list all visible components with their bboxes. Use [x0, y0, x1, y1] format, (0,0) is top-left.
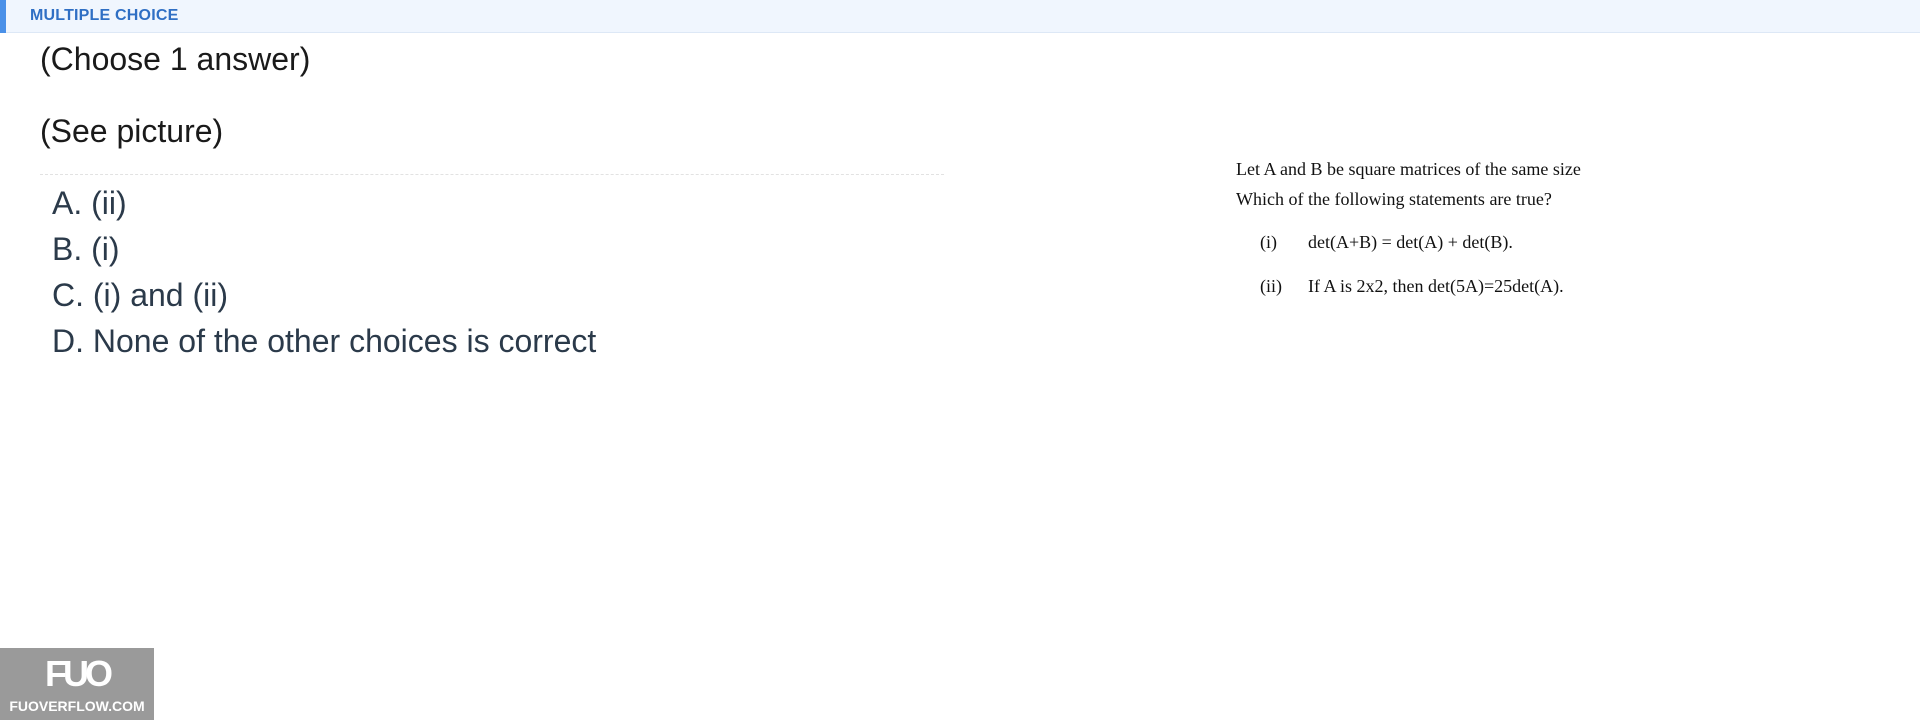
watermark-logo: FUO FUOVERFLOW.COM [0, 648, 154, 720]
choice-b[interactable]: B. (i) [52, 226, 596, 272]
question-type-label: MULTIPLE CHOICE [30, 7, 179, 24]
statement-number: (i) [1260, 232, 1277, 252]
statement-text: det(A+B) = det(A) + det(B). [1308, 232, 1513, 252]
question-line: Which of the following statements are tr… [1236, 189, 1552, 209]
choice-d[interactable]: D. None of the other choices is correct [52, 318, 596, 364]
answer-choices: A. (ii) B. (i) C. (i) and (ii) D. None o… [52, 180, 596, 364]
header-accent-bar [0, 0, 6, 33]
question-picture: Let A and B be square matrices of the sa… [1236, 154, 1676, 308]
question-line: Let A and B be square matrices of the sa… [1236, 159, 1581, 179]
statement-number: (ii) [1260, 276, 1282, 296]
watermark-logo-mark: FUO [45, 653, 113, 694]
statement-i: (i) det(A+B) = det(A) + det(B). [1236, 220, 1676, 264]
choose-instruction: (Choose 1 answer) [40, 41, 311, 77]
question-type-header: MULTIPLE CHOICE [0, 0, 1920, 33]
choice-a[interactable]: A. (ii) [52, 180, 596, 226]
watermark-site-text: FUOVERFLOW.COM [9, 698, 145, 714]
statement-text: If A is 2x2, then det(5A)=25det(A). [1308, 276, 1564, 296]
choice-c[interactable]: C. (i) and (ii) [52, 272, 596, 318]
see-picture-instruction: (See picture) [40, 113, 224, 149]
statement-ii: (ii) If A is 2x2, then det(5A)=25det(A). [1236, 264, 1676, 308]
divider [40, 174, 944, 175]
